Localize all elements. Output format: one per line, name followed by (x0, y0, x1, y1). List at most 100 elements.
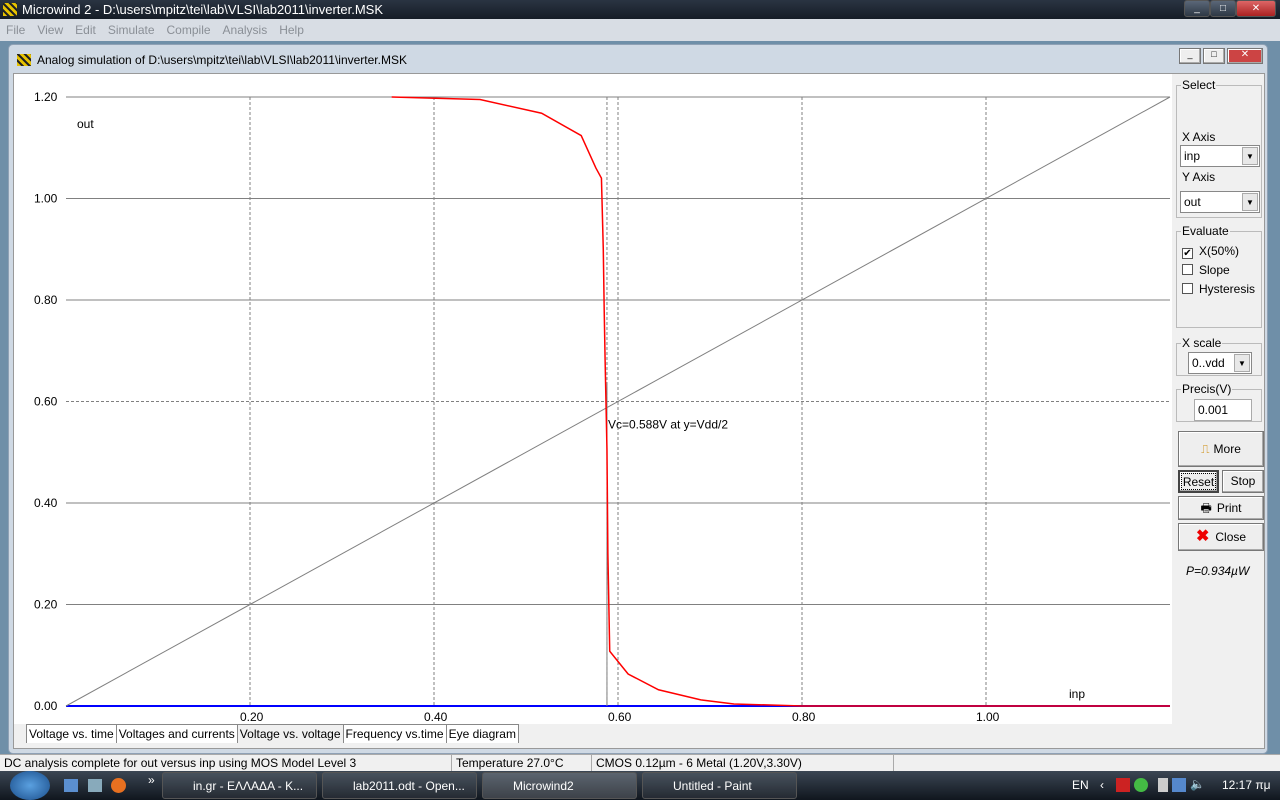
x-tick-label: 0.60 (608, 710, 632, 724)
reset-button[interactable]: Reset (1178, 470, 1219, 493)
x50-label: X(50%) (1199, 244, 1240, 258)
x-tick-label: 0.80 (792, 710, 816, 724)
language-indicator[interactable]: EN (1072, 778, 1089, 792)
y-tick-label: 0.00 (34, 699, 58, 713)
select-label: Select (1182, 78, 1216, 92)
network-icon[interactable] (1172, 778, 1186, 792)
app-title: Microwind 2 - D:\users\mpitz\tei\lab\VLS… (22, 2, 384, 17)
taskbar-label: lab2011.odt - Open... (353, 779, 465, 793)
hysteresis-label: Hysteresis (1199, 282, 1256, 296)
power-readout: P=0.934µW (1186, 564, 1250, 578)
microwind-icon (3, 3, 17, 16)
x-tick-label: 0.20 (240, 710, 264, 724)
taskbar-item-microwind[interactable]: Microwind2 (482, 772, 637, 799)
update-icon[interactable] (1134, 778, 1148, 792)
firefox-icon[interactable] (111, 778, 126, 793)
show-desktop-icon[interactable] (64, 779, 78, 792)
x-tick-label: 1.00 (976, 710, 1000, 724)
y-axis-select[interactable]: out ▼ (1180, 191, 1260, 213)
y-tick-label: 0.20 (34, 598, 58, 612)
control-panel: Select X Axis inp ▼ Y Axis out ▼ Evaluate … (1174, 74, 1266, 750)
stop-button[interactable]: Stop (1222, 470, 1264, 493)
checkbox-icon (1182, 283, 1193, 294)
more-button[interactable]: ⎍ More (1178, 431, 1264, 467)
reset-label: Reset (1182, 475, 1215, 489)
printer-icon: 🖶 (1200, 501, 1212, 515)
x50-checkbox[interactable]: ✔ X(50%) (1182, 244, 1239, 259)
xscale-label: X scale (1182, 336, 1222, 350)
taskbar-label: in.gr - ΕΛΛΑΔΑ - K... (193, 779, 304, 793)
stop-label: Stop (1230, 474, 1256, 488)
print-button[interactable]: 🖶 Print (1178, 496, 1264, 520)
menu-edit[interactable]: Edit (75, 23, 96, 37)
tab-voltage-vs-voltage[interactable]: Voltage vs. voltage (236, 724, 344, 743)
status-temperature: Temperature 27.0°C (454, 755, 592, 771)
print-label: Print (1216, 501, 1242, 515)
slope-checkbox[interactable]: Slope (1182, 263, 1230, 277)
y-axis-label: out (77, 117, 94, 131)
antivirus-icon[interactable] (1116, 778, 1130, 792)
slope-label: Slope (1199, 263, 1230, 277)
analog-simulation-window: Analog simulation of D:\users\mpitz\tei\… (8, 44, 1268, 754)
precis-label: Precis(V) (1182, 382, 1232, 396)
more-label: More (1213, 442, 1241, 456)
xscale-select[interactable]: 0..vdd ▼ (1188, 352, 1252, 374)
minimize-button[interactable]: _ (1184, 0, 1210, 17)
precision-input[interactable]: 0.001 (1194, 399, 1252, 421)
tab-voltages-and-currents[interactable]: Voltages and currents (115, 724, 238, 743)
menu-simulate[interactable]: Simulate (108, 23, 155, 37)
chevron-down-icon[interactable]: ▼ (1242, 147, 1258, 165)
tray-chevron-icon[interactable]: ‹ (1100, 778, 1104, 792)
menu-file[interactable]: File (6, 23, 25, 37)
close-label: Close (1215, 530, 1247, 544)
checkmark-icon: ✔ (1182, 248, 1193, 259)
chart: 0.00 0.20 0.40 0.60 0.80 1.00 1.20 0.20 0.40 0.60… (34, 90, 1171, 724)
taskbar-item-openoffice[interactable]: lab2011.odt - Open... (322, 772, 477, 799)
tab-eye-diagram[interactable]: Eye diagram (445, 724, 519, 743)
inner-close-button[interactable]: ✕ (1227, 48, 1263, 64)
precision-value: 0.001 (1198, 403, 1229, 417)
window-title: Analog simulation of D:\users\mpitz\tei\… (37, 53, 407, 67)
taskbar: » in.gr - ΕΛΛΑΔΑ - K... lab2011.odt - Op… (0, 771, 1280, 800)
vc-annotation: Vc=0.588V at y=Vdd/2 (608, 418, 728, 432)
chevron-down-icon[interactable]: ▼ (1242, 193, 1258, 211)
menu-help[interactable]: Help (279, 23, 304, 37)
x-axis-value: inp (1184, 149, 1201, 163)
hysteresis-checkbox[interactable]: Hysteresis (1182, 282, 1255, 296)
volume-icon[interactable]: 🔈 (1190, 777, 1205, 791)
chip-icon (17, 54, 31, 66)
taskbar-label: Microwind2 (513, 779, 574, 793)
menu-compile[interactable]: Compile (167, 23, 211, 37)
inner-minimize-button[interactable]: _ (1179, 48, 1201, 64)
tab-voltage-vs-time[interactable]: Voltage vs. time (26, 724, 117, 743)
power-icon[interactable] (1158, 778, 1168, 792)
status-bar: DC analysis complete for out versus inp … (0, 754, 1280, 771)
y-tick-label: 0.60 (34, 395, 58, 409)
x-axis-label: X Axis (1182, 130, 1216, 144)
switch-windows-icon[interactable] (88, 779, 102, 792)
y-tick-label: 0.80 (34, 293, 58, 307)
waveform-icon: ⎍ (1201, 442, 1210, 456)
maximize-button[interactable]: □ (1210, 0, 1236, 17)
taskbar-item-paint[interactable]: Untitled - Paint (642, 772, 797, 799)
checkbox-icon (1182, 264, 1193, 275)
inner-maximize-button[interactable]: □ (1203, 48, 1225, 64)
clock[interactable]: 12:17 πμ (1222, 778, 1271, 792)
y-axis-value: out (1184, 195, 1201, 209)
y-tick-label: 0.40 (34, 496, 58, 510)
evaluate-label: Evaluate (1182, 224, 1229, 238)
close-button[interactable]: ✖ Close (1178, 523, 1264, 551)
taskbar-label: Untitled - Paint (673, 779, 752, 793)
menu-view[interactable]: View (37, 23, 63, 37)
status-message: DC analysis complete for out versus inp … (2, 755, 452, 771)
tab-strip: Voltage vs. time Voltages and currents Vol… (26, 724, 519, 746)
menu-analysis[interactable]: Analysis (223, 23, 268, 37)
plot-area: 0.00 0.20 0.40 0.60 0.80 1.00 1.20 0.20 0.40 0.60… (14, 74, 1172, 724)
close-window-button[interactable]: ✕ (1236, 0, 1276, 17)
taskbar-item-firefox[interactable]: in.gr - ΕΛΛΑΔΑ - K... (162, 772, 317, 799)
x-axis-select[interactable]: inp ▼ (1180, 145, 1260, 167)
chevron-down-icon[interactable]: ▼ (1234, 354, 1250, 372)
start-button[interactable] (10, 771, 50, 800)
tab-frequency-vs-time[interactable]: Frequency vs.time (342, 724, 447, 743)
more-chevron-icon[interactable]: » (148, 773, 155, 787)
